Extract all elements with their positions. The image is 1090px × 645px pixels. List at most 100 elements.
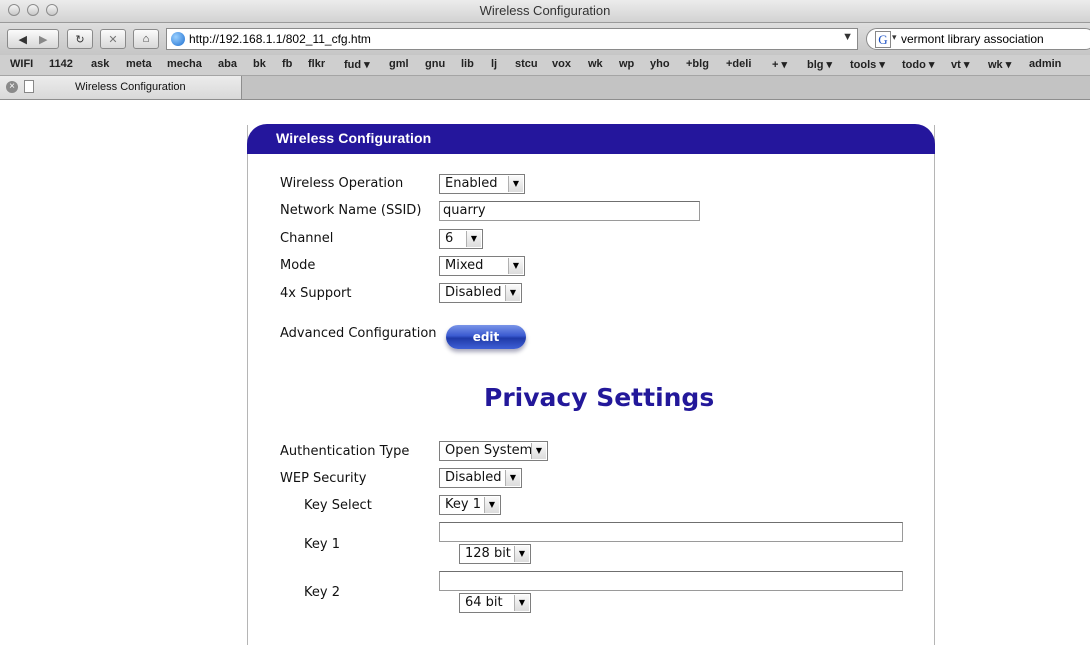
auth-type-select[interactable]: Open System ▼ bbox=[439, 441, 548, 461]
wireless-operation-value: Enabled bbox=[445, 176, 498, 191]
mode-select[interactable]: Mixed ▼ bbox=[439, 256, 525, 276]
bookmark-item[interactable]: flkr bbox=[308, 58, 325, 70]
advanced-config-label: Advanced Configuration bbox=[280, 326, 437, 341]
4x-support-label: 4x Support bbox=[280, 286, 352, 301]
close-tab-icon[interactable]: × bbox=[6, 81, 18, 93]
wireless-operation-label: Wireless Operation bbox=[280, 176, 404, 191]
4x-support-select[interactable]: Disabled ▼ bbox=[439, 283, 522, 303]
window-titlebar: Wireless Configuration bbox=[0, 0, 1090, 23]
chevron-down-icon: ▼ bbox=[531, 443, 546, 459]
key1-label: Key 1 bbox=[304, 537, 340, 552]
chevron-down-icon: ▼ bbox=[505, 285, 520, 301]
wep-security-select[interactable]: Disabled ▼ bbox=[439, 468, 522, 488]
key1-input[interactable] bbox=[439, 522, 903, 542]
page-icon bbox=[24, 80, 34, 93]
bookmark-item[interactable]: wp bbox=[619, 58, 634, 70]
key2-length-value: 64 bit bbox=[465, 595, 503, 610]
key-select-select[interactable]: Key 1 ▼ bbox=[439, 495, 501, 515]
ssid-value: quarry bbox=[443, 203, 486, 218]
search-field[interactable]: G ▾ vermont library association bbox=[866, 28, 1090, 50]
bookmark-item[interactable]: stcu bbox=[515, 58, 538, 70]
wireless-operation-select[interactable]: Enabled ▼ bbox=[439, 174, 525, 194]
mode-value: Mixed bbox=[445, 258, 484, 273]
tab-label: Wireless Configuration bbox=[75, 81, 186, 93]
navigation-toolbar: ◀ ▶ ↻ ✕ ⌂ http://192.168.1.1/802_11_cfg.… bbox=[0, 23, 1090, 55]
bookmark-item[interactable]: lib bbox=[461, 58, 474, 70]
bookmark-item[interactable]: mecha bbox=[167, 58, 202, 70]
key2-input[interactable] bbox=[439, 571, 903, 591]
back-forward-button[interactable]: ◀ ▶ bbox=[7, 29, 59, 49]
chevron-down-icon: ▼ bbox=[514, 595, 529, 611]
chevron-down-icon: ▼ bbox=[466, 231, 481, 247]
chevron-down-icon: ▼ bbox=[508, 258, 523, 274]
bookmark-folder[interactable]: fud ▾ bbox=[344, 58, 370, 71]
bookmark-folder[interactable]: vt ▾ bbox=[951, 58, 969, 71]
home-button[interactable]: ⌂ bbox=[133, 29, 159, 49]
chevron-down-icon: ▼ bbox=[508, 176, 523, 192]
bookmark-folder[interactable]: wk ▾ bbox=[988, 58, 1011, 71]
bookmark-item[interactable]: vox bbox=[552, 58, 571, 70]
history-dropdown-icon[interactable]: ▼ bbox=[842, 31, 853, 43]
bookmark-item[interactable]: gnu bbox=[425, 58, 445, 70]
privacy-settings-heading: Privacy Settings bbox=[484, 383, 715, 412]
bookmark-folder[interactable]: todo ▾ bbox=[902, 58, 934, 71]
reload-button[interactable]: ↻ bbox=[67, 29, 93, 49]
ssid-label: Network Name (SSID) bbox=[280, 203, 422, 218]
channel-value: 6 bbox=[445, 231, 454, 246]
bookmark-item[interactable]: fb bbox=[282, 58, 292, 70]
bookmark-item[interactable]: admin bbox=[1029, 58, 1061, 70]
key-select-value: Key 1 bbox=[445, 497, 481, 512]
bookmark-item[interactable]: lj bbox=[491, 58, 497, 70]
bookmark-item[interactable]: meta bbox=[126, 58, 152, 70]
4x-support-value: Disabled bbox=[445, 285, 502, 300]
bookmark-item[interactable]: wk bbox=[588, 58, 603, 70]
wep-security-value: Disabled bbox=[445, 470, 502, 485]
site-globe-icon bbox=[171, 32, 185, 46]
wep-security-label: WEP Security bbox=[280, 471, 367, 486]
chevron-down-icon: ▼ bbox=[484, 497, 499, 513]
bookmark-item[interactable]: yho bbox=[650, 58, 670, 70]
address-bar[interactable]: http://192.168.1.1/802_11_cfg.htm ▼ bbox=[166, 28, 858, 50]
google-search-engine-icon[interactable]: G bbox=[875, 31, 891, 48]
search-engine-dropdown-icon[interactable]: ▾ bbox=[892, 32, 897, 43]
advanced-config-edit-button[interactable]: edit bbox=[446, 325, 526, 349]
bookmark-folder[interactable]: blg ▾ bbox=[807, 58, 832, 71]
bookmark-item[interactable]: bk bbox=[253, 58, 266, 70]
home-icon: ⌂ bbox=[142, 33, 150, 45]
chevron-down-icon: ▼ bbox=[505, 470, 520, 486]
bookmark-item[interactable]: ask bbox=[91, 58, 109, 70]
bookmark-folder[interactable]: tools ▾ bbox=[850, 58, 885, 71]
bookmark-item[interactable]: +deli bbox=[726, 58, 751, 70]
window-title: Wireless Configuration bbox=[479, 3, 611, 18]
chevron-down-icon: ▼ bbox=[514, 546, 529, 562]
key1-length-value: 128 bit bbox=[465, 546, 511, 561]
ssid-input[interactable]: quarry bbox=[439, 201, 700, 221]
bookmark-item[interactable]: aba bbox=[218, 58, 237, 70]
tab-bar: × Wireless Configuration bbox=[0, 76, 1090, 100]
key1-length-select[interactable]: 128 bit ▼ bbox=[459, 544, 531, 564]
channel-label: Channel bbox=[280, 231, 334, 246]
search-query[interactable]: vermont library association bbox=[901, 32, 1044, 46]
forward-arrow-icon[interactable]: ▶ bbox=[39, 33, 47, 46]
bookmark-item[interactable]: +blg bbox=[686, 58, 709, 70]
panel-title: Wireless Configuration bbox=[276, 130, 432, 146]
bookmark-item[interactable]: gml bbox=[389, 58, 409, 70]
auth-type-label: Authentication Type bbox=[280, 444, 410, 459]
back-arrow-icon[interactable]: ◀ bbox=[19, 33, 27, 46]
reload-icon: ↻ bbox=[75, 33, 85, 46]
channel-select[interactable]: 6 ▼ bbox=[439, 229, 483, 249]
stop-icon: ✕ bbox=[108, 33, 118, 46]
bookmark-folder[interactable]: + ▾ bbox=[772, 58, 787, 71]
key-select-label: Key Select bbox=[304, 498, 372, 513]
bookmark-item[interactable]: WIFI bbox=[10, 58, 33, 70]
bookmarks-bar: WIFI 1142 ask meta mecha aba bk fb flkr … bbox=[0, 55, 1090, 76]
auth-type-value: Open System bbox=[445, 443, 533, 458]
key2-label: Key 2 bbox=[304, 585, 340, 600]
address-text[interactable]: http://192.168.1.1/802_11_cfg.htm bbox=[189, 32, 371, 46]
panel-header: Wireless Configuration bbox=[247, 124, 935, 154]
mode-label: Mode bbox=[280, 258, 316, 273]
bookmark-item[interactable]: 1142 bbox=[49, 58, 73, 70]
key2-length-select[interactable]: 64 bit ▼ bbox=[459, 593, 531, 613]
tab-wireless-configuration[interactable]: × Wireless Configuration bbox=[0, 76, 242, 99]
stop-button[interactable]: ✕ bbox=[100, 29, 126, 49]
